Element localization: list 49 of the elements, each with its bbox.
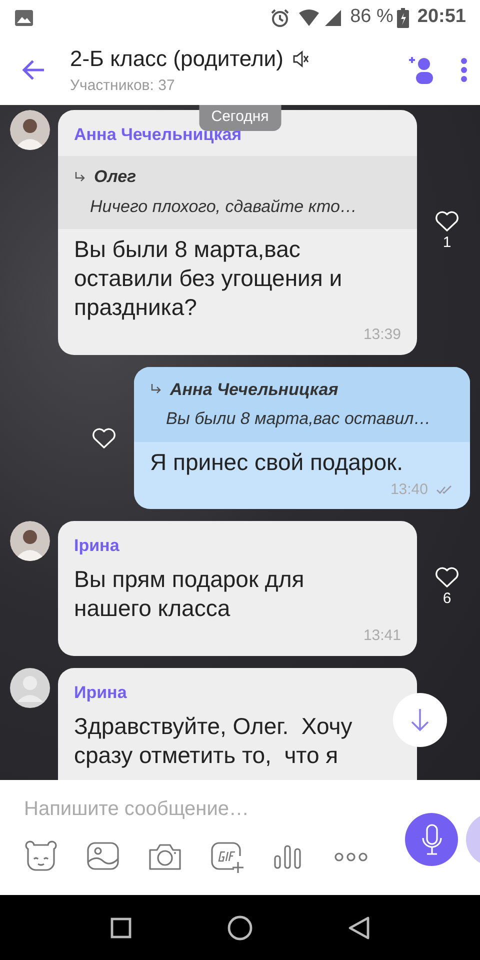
back-nav-button[interactable]: [348, 916, 370, 940]
add-participant-button[interactable]: [408, 55, 436, 85]
gif-button[interactable]: [210, 840, 245, 874]
signal-icon: [324, 8, 342, 26]
battery-icon: [397, 8, 410, 28]
avatar[interactable]: [10, 110, 50, 150]
clock: 20:51: [417, 5, 466, 30]
quoted-author: Анна Чечельницкая: [170, 378, 338, 400]
recent-apps-button[interactable]: [110, 916, 132, 938]
heart-icon[interactable]: [434, 566, 460, 588]
participants-count: Участников: 37: [70, 76, 176, 96]
heart-icon[interactable]: [91, 426, 117, 449]
message-time: 13:40: [390, 480, 428, 500]
quoted-text: Вы были 8 марта,вас оставил…: [165, 408, 432, 430]
microphone-icon: [420, 824, 444, 856]
sticker-button[interactable]: [24, 840, 59, 874]
more-options-icon: [460, 57, 468, 83]
message-time: 13:41: [363, 626, 401, 646]
menu-button[interactable]: [460, 57, 468, 83]
more-dots-icon: [334, 852, 369, 862]
message-text: Вы были 8 марта,вас оставили без угощения и праздника?: [73, 235, 344, 322]
battery-percent: 86 %: [350, 5, 394, 30]
back-arrow-icon: [22, 58, 46, 81]
back-button[interactable]: [22, 58, 46, 82]
heart-icon[interactable]: [434, 210, 460, 232]
quoted-author: Олег: [94, 166, 136, 188]
home-button[interactable]: [227, 914, 253, 940]
message-text: Здравствуйте, Олег. Хочу сразу отметить то, что я: [73, 712, 354, 770]
like-count: 1: [442, 233, 452, 253]
alarm-icon: [270, 8, 290, 28]
reply-arrow-icon: [150, 383, 162, 396]
reply-arrow-icon: [74, 170, 86, 183]
date-label: Сегодня: [199, 105, 281, 130]
sender-name: Ирина: [74, 682, 127, 704]
message-text: Я принес свой подарок.: [149, 448, 404, 476]
like-count: 6: [442, 589, 452, 609]
message-text: Вы прям подарок для нашего класса: [73, 565, 306, 623]
add-person-icon: [408, 55, 436, 85]
quoted-text: Ничего плохого, сдавайте кто…: [89, 196, 358, 218]
down-arrow-icon: [410, 708, 430, 732]
bear-face-icon: [24, 840, 59, 874]
wifi-icon: [298, 8, 320, 26]
avatar[interactable]: [10, 521, 50, 561]
gif-plus-icon: [210, 840, 245, 874]
avatar[interactable]: [10, 668, 50, 708]
message-time: 13:39: [363, 325, 401, 345]
gallery-icon: [14, 8, 34, 26]
chat-title: 2-Б класс (родители): [70, 45, 284, 74]
sender-name: Ірина: [74, 535, 120, 557]
